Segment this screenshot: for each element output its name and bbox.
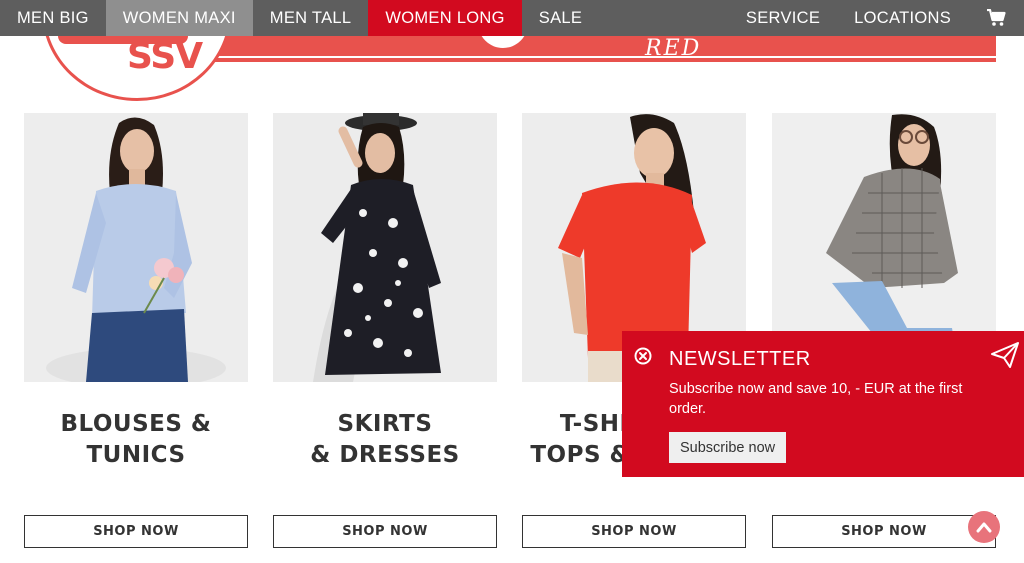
logo-text: SSV <box>127 36 203 77</box>
newsletter-popup: NEWSLETTER Subscribe now and save 10, - … <box>622 331 1024 477</box>
shop-now-button-blouses[interactable]: SHOP NOW <box>24 515 248 548</box>
chevron-up-icon <box>976 522 992 533</box>
banner-cursive-text: RED <box>645 36 702 61</box>
model-illustration <box>24 113 248 382</box>
paper-plane-icon <box>990 341 1020 369</box>
nav-item-locations[interactable]: LOCATIONS <box>837 0 968 36</box>
close-icon[interactable] <box>634 347 652 365</box>
shopping-cart-icon[interactable] <box>968 0 1024 36</box>
product-card-skirts: SKIRTS & DRESSES SHOP NOW <box>273 113 497 548</box>
product-image-skirts[interactable] <box>273 113 497 382</box>
newsletter-title: NEWSLETTER <box>669 348 811 370</box>
newsletter-description: Subscribe now and save 10, - EUR at the … <box>669 381 963 417</box>
nav-item-men-big[interactable]: MEN BIG <box>0 0 106 36</box>
shop-now-button-skirts[interactable]: SHOP NOW <box>273 515 497 548</box>
product-title-line2: & DRESSES <box>310 442 460 468</box>
product-title-skirts: SKIRTS & DRESSES <box>273 409 497 471</box>
nav-item-service[interactable]: SERVICE <box>729 0 837 36</box>
product-title-line2: TUNICS <box>86 442 186 468</box>
nav-item-women-long[interactable]: WOMEN LONG <box>368 0 522 36</box>
shop-now-button-jackets[interactable]: SHOP NOW <box>772 515 996 548</box>
banner-red-stripe <box>210 36 996 56</box>
product-title-line1: BLOUSES & <box>60 411 212 437</box>
sale-banner[interactable]: SSV RED <box>0 36 1024 106</box>
nav-item-women-maxi[interactable]: WOMEN MAXI <box>105 0 253 36</box>
product-title-blouses: BLOUSES & TUNICS <box>24 409 248 471</box>
subscribe-button[interactable]: Subscribe now <box>669 432 787 463</box>
model-illustration <box>273 113 497 382</box>
product-title-line1: SKIRTS <box>337 411 433 437</box>
top-navigation: MEN BIG WOMEN MAXI MEN TALL WOMEN LONG S… <box>0 0 1024 36</box>
nav-item-men-tall[interactable]: MEN TALL <box>253 0 369 36</box>
product-card-blouses: BLOUSES & TUNICS SHOP NOW <box>24 113 248 548</box>
product-image-blouses[interactable] <box>24 113 248 382</box>
banner-red-line <box>210 58 996 62</box>
nav-item-sale[interactable]: SALE <box>522 0 599 36</box>
scroll-to-top-button[interactable] <box>968 511 1000 543</box>
shop-now-button-tshirts[interactable]: SHOP NOW <box>522 515 746 548</box>
